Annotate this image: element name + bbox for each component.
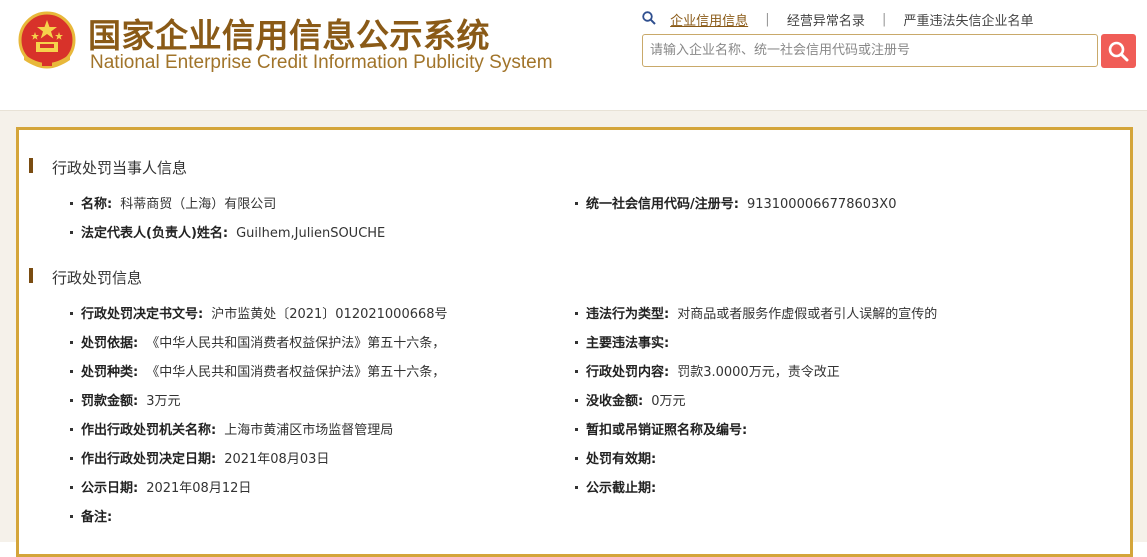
section-marker — [29, 268, 33, 283]
site-title-cn: 国家企业信用信息公示系统 — [88, 16, 490, 55]
nav-link-enterprise-credit[interactable]: 企业信用信息 — [670, 10, 748, 29]
nav-link-abnormal-list[interactable]: 经营异常名录 — [787, 10, 865, 29]
bullet — [575, 399, 578, 402]
field-label: 行政处罚内容: — [586, 365, 670, 380]
penalty-field: 主要违法事实: — [575, 332, 677, 351]
field-label: 公示截止期: — [586, 481, 657, 496]
penalty-field: 行政处罚内容: 罚款3.0000万元，责令改正 — [575, 361, 840, 380]
field-label: 处罚种类: — [81, 365, 139, 380]
bullet — [575, 202, 578, 205]
field-label: 主要违法事实: — [586, 336, 670, 351]
national-emblem-icon — [18, 11, 76, 69]
field-label: 暂扣或吊销证照名称及编号: — [586, 423, 748, 438]
bullet — [70, 457, 73, 460]
penalty-field: 作出行政处罚决定日期: 2021年08月03日 — [70, 448, 329, 467]
penalty-field: 罚款金额: 3万元 — [70, 390, 180, 409]
field-value: 《中华人民共和国消费者权益保护法》第五十六条， — [146, 365, 446, 380]
bullet — [575, 312, 578, 315]
field-label: 作出行政处罚决定日期: — [81, 452, 217, 467]
field-value: 对商品或者服务作虚假或者引人误解的宣传的 — [677, 307, 938, 322]
field-label: 行政处罚决定书文号: — [81, 307, 204, 322]
field-label: 罚款金额: — [81, 394, 139, 409]
bullet — [575, 486, 578, 489]
penalty-section-title-text: 行政处罚信息 — [52, 269, 143, 287]
credit-code-field: 统一社会信用代码/注册号: 9131000066778603X0 — [575, 193, 896, 212]
penalty-field: 行政处罚决定书文号: 沪市监黄处〔2021〕012021000668号 — [70, 303, 448, 322]
field-value: 9131000066778603X0 — [746, 197, 897, 212]
field-value: 2021年08月03日 — [224, 452, 330, 467]
top-nav: 企业信用信息 | 经营异常名录 | 严重违法失信企业名单 — [642, 10, 1034, 29]
site-header: 国家企业信用信息公示系统 National Enterprise Credit … — [0, 0, 1147, 111]
party-section-title-text: 行政处罚当事人信息 — [52, 159, 188, 177]
bullet — [575, 457, 578, 460]
field-label: 没收金额: — [586, 394, 644, 409]
penalty-field: 处罚种类: 《中华人民共和国消费者权益保护法》第五十六条， — [70, 361, 445, 380]
penalty-field: 公示日期: 2021年08月12日 — [70, 477, 251, 496]
search-button[interactable] — [1101, 34, 1136, 68]
field-value: 沪市监黄处〔2021〕012021000668号 — [211, 307, 448, 322]
penalty-field: 处罚依据: 《中华人民共和国消费者权益保护法》第五十六条， — [70, 332, 445, 351]
search-icon — [642, 10, 666, 29]
field-label: 法定代表人(负责人)姓名: — [81, 226, 229, 241]
field-value: 上海市黄浦区市场监督管理局 — [224, 423, 394, 438]
site-title-en: National Enterprise Credit Information P… — [90, 52, 553, 73]
penalty-field: 作出行政处罚机关名称: 上海市黄浦区市场监督管理局 — [70, 419, 393, 438]
field-label: 公示日期: — [81, 481, 139, 496]
bullet — [575, 428, 578, 431]
bullet — [70, 202, 73, 205]
field-value: 3万元 — [146, 394, 181, 409]
search-box — [642, 34, 1098, 67]
field-label: 备注: — [81, 510, 113, 525]
nav-link-dishonest-list[interactable]: 严重违法失信企业名单 — [904, 10, 1034, 29]
field-value: 0万元 — [651, 394, 686, 409]
penalty-field: 暂扣或吊销证照名称及编号: — [575, 419, 755, 438]
field-value: 罚款3.0000万元，责令改正 — [677, 365, 840, 380]
bullet — [70, 515, 73, 518]
party-name-field: 名称: 科蒂商贸（上海）有限公司 — [70, 193, 276, 212]
field-value: Guilhem,JulienSOUCHE — [236, 226, 386, 241]
field-label: 作出行政处罚机关名称: — [81, 423, 217, 438]
bullet — [70, 370, 73, 373]
field-label: 统一社会信用代码/注册号: — [586, 197, 739, 212]
bullet — [575, 370, 578, 373]
search-icon — [1108, 41, 1129, 62]
penalty-section-title: 行政处罚信息 — [29, 267, 143, 288]
penalty-field: 处罚有效期: — [575, 448, 664, 467]
field-label: 违法行为类型: — [586, 307, 670, 322]
bullet — [70, 428, 73, 431]
bullet — [575, 341, 578, 344]
penalty-field: 没收金额: 0万元 — [575, 390, 685, 409]
field-label: 处罚有效期: — [586, 452, 657, 467]
search-input[interactable] — [643, 35, 1090, 66]
field-label: 名称: — [81, 197, 113, 212]
nav-divider: | — [765, 12, 770, 27]
penalty-field: 备注: — [70, 506, 120, 525]
penalty-field: 违法行为类型: 对商品或者服务作虚假或者引人误解的宣传的 — [575, 303, 937, 322]
bullet — [70, 341, 73, 344]
bullet — [70, 312, 73, 315]
legal-rep-field: 法定代表人(负责人)姓名: Guilhem,JulienSOUCHE — [70, 222, 385, 241]
detail-card: 行政处罚当事人信息 名称: 科蒂商贸（上海）有限公司 统一社会信用代码/注册号: 9… — [16, 127, 1133, 557]
bullet — [70, 231, 73, 234]
bullet — [70, 486, 73, 489]
nav-divider: | — [881, 12, 887, 27]
section-marker — [29, 158, 33, 173]
penalty-field: 公示截止期: — [575, 477, 664, 496]
field-value: 2021年08月12日 — [146, 481, 252, 496]
field-value: 《中华人民共和国消费者权益保护法》第五十六条， — [146, 336, 446, 351]
bullet — [70, 399, 73, 402]
party-section-title: 行政处罚当事人信息 — [29, 157, 188, 178]
field-label: 处罚依据: — [81, 336, 139, 351]
field-value: 科蒂商贸（上海）有限公司 — [120, 197, 277, 212]
